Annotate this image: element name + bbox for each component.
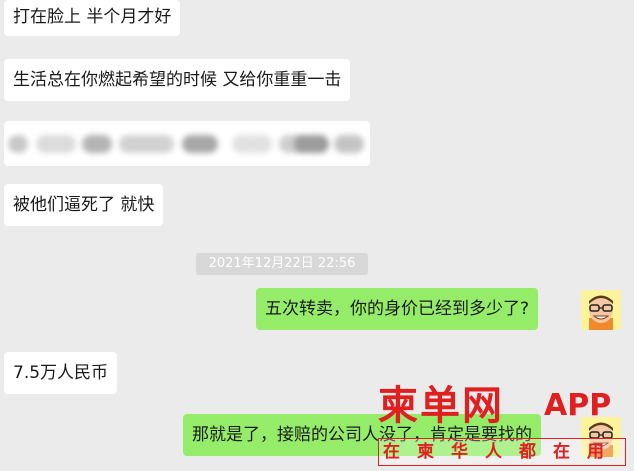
watermark-app: APP [544, 388, 612, 423]
watermark-logo: 柬单网 APP 在柬华人都在用 [376, 382, 634, 471]
message-bubble-left[interactable]: 被他们逼死了 就快 [4, 184, 164, 226]
message-bubble-left[interactable]: 7.5万人民币 [4, 352, 118, 394]
message-bubble-left[interactable]: 打在脸上 半个月才好 [4, 0, 181, 36]
message-bubble-left[interactable]: 生活总在你燃起希望的时候 又给你重重一击 [4, 59, 351, 101]
blurred-message-bubble[interactable] [4, 121, 370, 166]
timestamp: 2021年12月22日 22:56 [196, 253, 368, 275]
message-bubble-right[interactable]: 五次转卖，你的身价已经到多少了? [256, 288, 539, 330]
cartoon-face-avatar-icon[interactable] [581, 290, 621, 330]
watermark-slogan: 在柬华人都在用 [378, 438, 626, 466]
watermark-title: 柬单网 [378, 382, 504, 429]
